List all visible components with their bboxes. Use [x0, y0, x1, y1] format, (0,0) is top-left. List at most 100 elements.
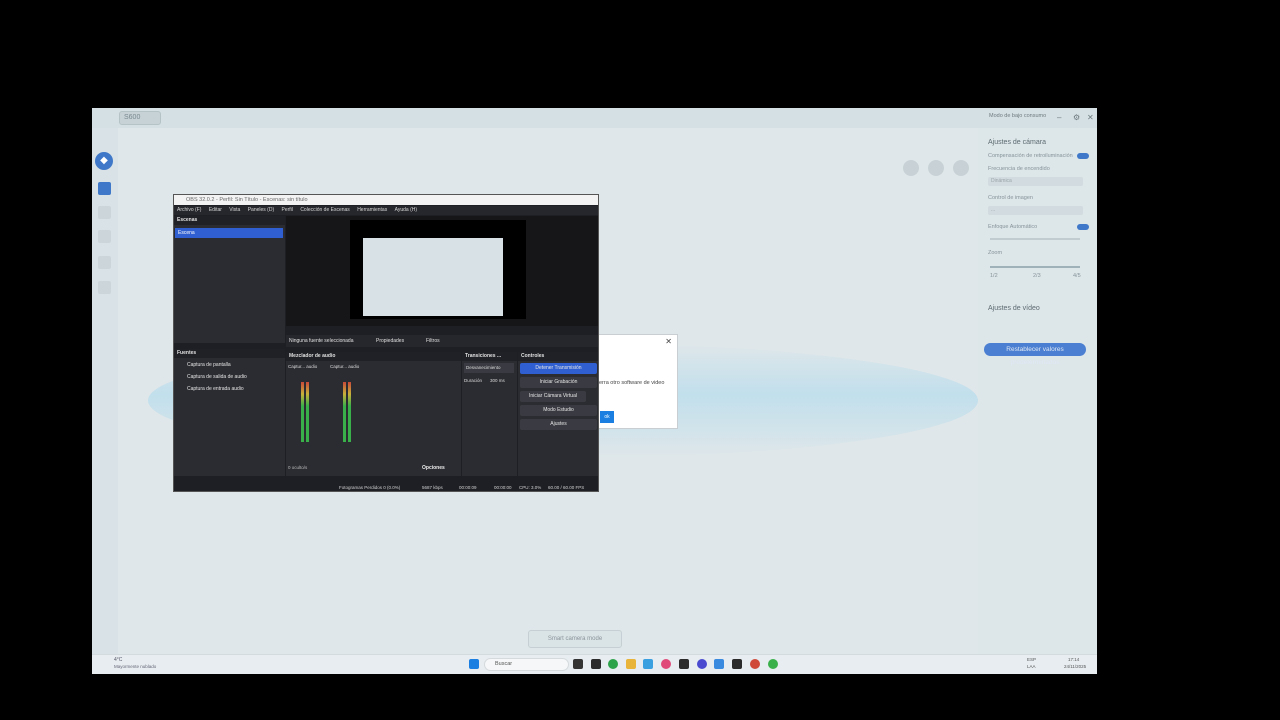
tools-icon[interactable] [903, 160, 919, 176]
dialog-message: erra otro software de video [599, 380, 665, 386]
minimize-icon[interactable]: – [1057, 113, 1061, 122]
nested-screen-capture [363, 238, 503, 316]
obs-taskbar-icon[interactable] [697, 659, 707, 669]
browser-icon[interactable] [608, 659, 618, 669]
menu-editar[interactable]: Editar [209, 207, 222, 213]
tray-language-sub[interactable]: LAA [1027, 664, 1036, 669]
app-icon-3[interactable] [732, 659, 742, 669]
image-control-select[interactable]: ... [988, 206, 1083, 215]
folder-icon[interactable] [626, 659, 636, 669]
sidebar-icon-4[interactable] [98, 281, 111, 294]
camera-settings-title: Ajustes de cámara [988, 139, 1046, 146]
scene-item[interactable]: Escena [175, 228, 283, 238]
camera-taskbar-icon[interactable] [714, 659, 724, 669]
start-recording-button[interactable]: Iniciar Grabación [520, 377, 597, 388]
menu-coleccion[interactable]: Colección de Escenas [300, 207, 349, 213]
meter-1b [306, 382, 309, 442]
menu-herramientas[interactable]: Herramientas [357, 207, 387, 213]
source-item-audio-out[interactable]: Captura de salida de audio [177, 372, 282, 382]
studio-mode-button[interactable]: Modo Estudio [520, 405, 597, 416]
sidebar-icon-3[interactable] [98, 256, 111, 269]
menu-ayuda[interactable]: Ayuda (H) [395, 207, 417, 213]
properties-button[interactable]: Propiedades [376, 335, 404, 347]
desktop-screen: S600 Modo de bajo consumo – ⚙ ✕ ◆ Smart … [92, 108, 1097, 674]
smart-camera-button[interactable]: Smart camera mode [528, 630, 622, 648]
filters-button[interactable]: Filtros [426, 335, 440, 347]
zoom-tick-2: 2/3 [1033, 273, 1041, 279]
meter-2b [348, 382, 351, 442]
source-item-screen[interactable]: Captura de pantalla [177, 360, 282, 370]
tray-date[interactable]: 24/11/2025 [1064, 664, 1086, 669]
backlight-toggle[interactable] [1077, 153, 1089, 159]
capture-icon[interactable] [928, 160, 944, 176]
taskbar-search[interactable]: Buscar [484, 658, 569, 671]
duration-input[interactable]: 300 ms [490, 378, 505, 383]
source-item-audio-in[interactable]: Captura de entrada audio [177, 384, 282, 394]
sidebar-icon-1[interactable] [98, 206, 111, 219]
mixer-title: Mezclador de audio [286, 352, 461, 361]
menu-perfil[interactable]: Perfil [282, 207, 293, 213]
mixer-channel-1: Captur... audio [288, 364, 318, 369]
obs-menubar: Archivo (F) Editar Vista Paneles (D) Per… [174, 206, 598, 215]
menu-vista[interactable]: Vista [229, 207, 240, 213]
terminal-icon[interactable] [591, 659, 601, 669]
record-icon[interactable] [953, 160, 969, 176]
tray-language[interactable]: ESP [1027, 657, 1036, 662]
reset-defaults-button[interactable]: Restablecer valores predeterminados [984, 343, 1086, 366]
backlight-label: Compensación de retroiluminación [988, 153, 1073, 159]
weather-temp[interactable]: 4°C [114, 657, 122, 663]
sources-title: Fuentes [174, 349, 285, 358]
app-icon-4[interactable] [750, 659, 760, 669]
camera-sidebar: ◆ [92, 128, 118, 654]
options-button[interactable]: Opciones [422, 465, 445, 471]
fps: 60.00 / 60.00 FPS [548, 485, 585, 490]
tray-time[interactable]: 17:14 [1068, 657, 1079, 662]
store-icon[interactable] [643, 659, 653, 669]
audio-mixer-dock: Mezclador de audio Captur... audio Captu… [286, 352, 461, 476]
meter-2a [343, 382, 346, 442]
obs-title-bar: OBS 32.0.2 - Perfil: Sin Título - Escena… [174, 195, 598, 205]
autofocus-label: Enfoque Automático [988, 224, 1038, 230]
camera-app-titlebar: S600 Modo de bajo consumo – ⚙ ✕ [92, 108, 1097, 128]
start-virtual-camera-button[interactable]: Iniciar Cámara Virtual [520, 391, 586, 402]
live-time: 00:00:09 [459, 485, 477, 490]
frequency-select[interactable]: Dinámica [988, 177, 1083, 186]
settings-icon[interactable]: ⚙ [1073, 113, 1080, 122]
dialog-ok-button[interactable]: ok [600, 411, 614, 423]
duration-label: Duración [464, 378, 483, 383]
start-icon[interactable] [469, 659, 479, 669]
app-icon-1[interactable] [661, 659, 671, 669]
sidebar-icon-2[interactable] [98, 230, 111, 243]
source-toolbar: Ninguna fuente seleccionada Propiedades … [286, 335, 598, 347]
autofocus-toggle[interactable] [1077, 224, 1089, 230]
app-logo-icon[interactable]: ◆ [95, 152, 113, 170]
settings-button[interactable]: Ajustes [520, 419, 597, 430]
zoom-tick-1: 1/2 [990, 273, 998, 279]
stop-streaming-button[interactable]: Detener Transmisión [520, 363, 597, 374]
video-settings-title: Ajustes de vídeo [988, 305, 1040, 312]
app-icon-5[interactable] [768, 659, 778, 669]
low-power-label[interactable]: Modo de bajo consumo [989, 113, 1046, 119]
weather-desc[interactable]: Mayormente nublado [114, 664, 156, 669]
image-control-label: Control de imagen [988, 195, 1033, 201]
dialog-close-icon[interactable]: ✕ [665, 337, 672, 346]
device-badge[interactable]: S600 [119, 111, 161, 125]
scenes-dock: Escenas Escena [174, 216, 285, 343]
close-icon[interactable]: ✕ [1087, 113, 1094, 122]
sources-dock: Fuentes Captura de pantalla Captura de s… [174, 349, 285, 476]
menu-paneles[interactable]: Paneles (D) [248, 207, 274, 213]
app-icon-2[interactable] [679, 659, 689, 669]
taskview-icon[interactable] [573, 659, 583, 669]
hidden-count: 0 oculto/s [288, 465, 308, 470]
transitions-dock: Transiciones ... Desvanecimiento Duració… [462, 352, 517, 476]
scenes-title: Escenas [174, 216, 285, 225]
menu-archivo[interactable]: Archivo (F) [177, 207, 201, 213]
focus-slider[interactable] [990, 238, 1080, 240]
shield-icon[interactable] [98, 182, 111, 195]
zoom-slider[interactable] [990, 266, 1080, 268]
obs-preview[interactable] [286, 216, 598, 326]
background-dialog: ✕ erra otro software de video ok [597, 334, 678, 429]
dropped-frames: Fotogramas Perdidos 0 (0.0%) [339, 485, 401, 490]
transition-select[interactable]: Desvanecimiento [464, 363, 514, 373]
obs-status-bar: Fotogramas Perdidos 0 (0.0%) 5687 kbps 0… [174, 482, 598, 491]
